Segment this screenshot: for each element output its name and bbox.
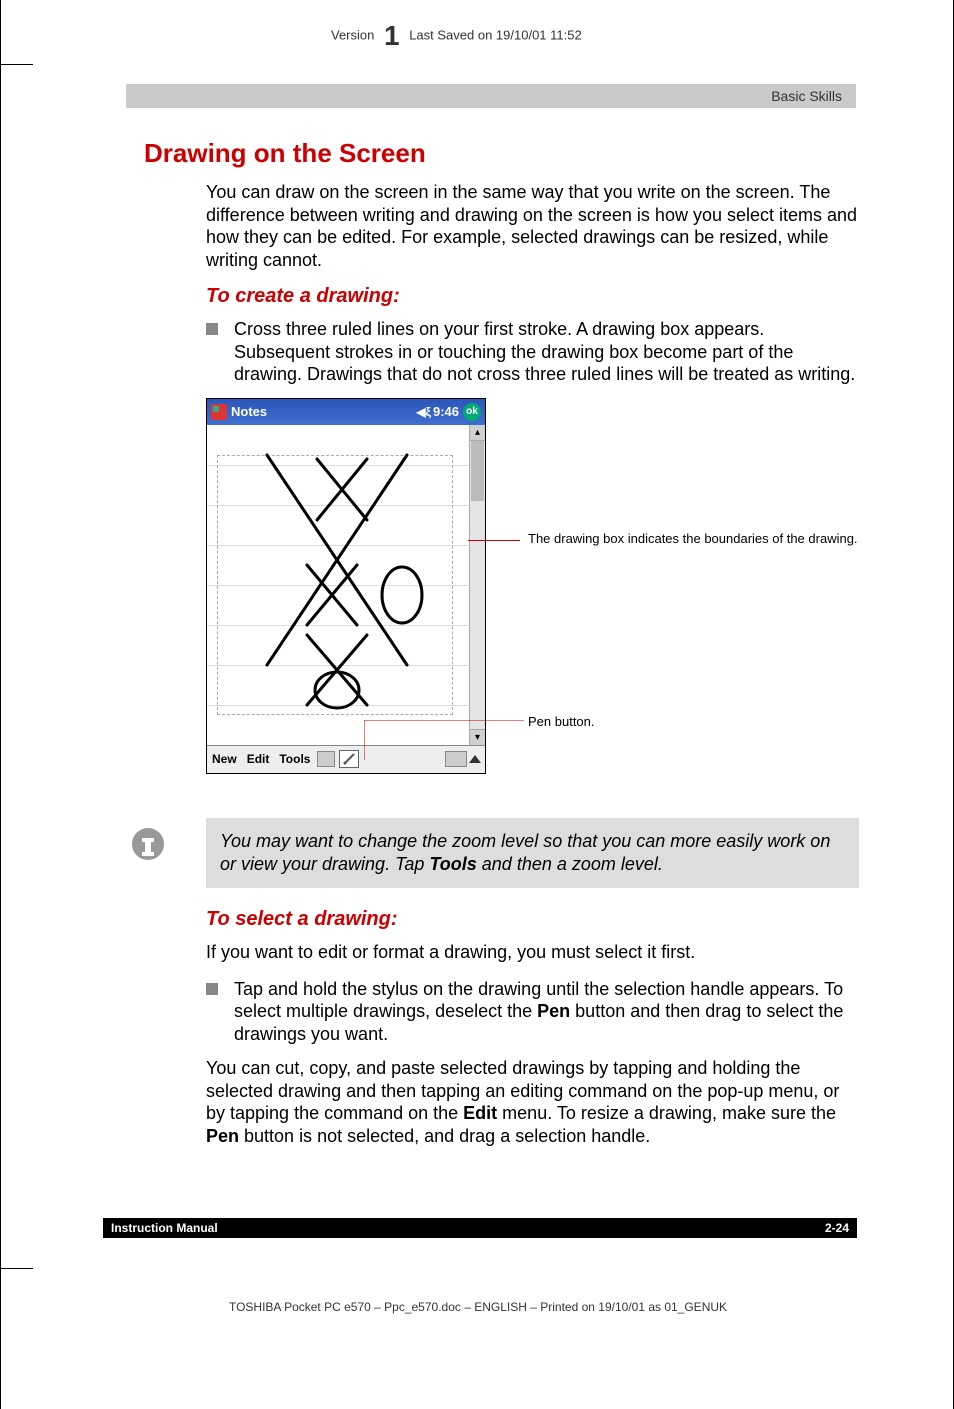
subheading-create: To create a drawing: <box>206 285 859 308</box>
square-bullet-icon <box>206 323 218 335</box>
pda-time: 9:46 <box>433 404 459 419</box>
version-number: 1 <box>378 20 406 51</box>
menu-tools: Tools <box>274 752 315 766</box>
footer-left: Instruction Manual <box>111 1221 218 1235</box>
pen-button-icon <box>339 750 359 768</box>
callout-line <box>468 540 520 541</box>
tip-text: You may want to change the zoom level so… <box>220 830 845 877</box>
print-footer: TOSHIBA Pocket PC e570 – Ppc_e570.doc – … <box>1 1300 954 1314</box>
scrollbar: ▴ ▾ <box>469 425 485 745</box>
bullet-text: Cross three ruled lines on your first st… <box>234 318 859 386</box>
pda-titlebar: Notes ◀ξ 9:46 ok <box>207 399 485 425</box>
hand-drawn-strokes <box>207 425 467 745</box>
ok-button-icon: ok <box>463 403 481 421</box>
callout-pen-button: Pen button. <box>528 714 595 729</box>
figure-pda: Notes ◀ξ 9:46 ok <box>206 398 859 798</box>
saved-timestamp: Last Saved on 19/10/01 11:52 <box>409 27 582 42</box>
footer-bar: Instruction Manual 2-24 <box>103 1218 857 1238</box>
version-label: Version <box>331 27 374 42</box>
info-icon <box>128 822 168 867</box>
pda-canvas-area <box>207 425 469 745</box>
bullet-text: Tap and hold the stylus on the drawing u… <box>234 978 859 1046</box>
header-version: Version 1 Last Saved on 19/10/01 11:52 <box>331 20 582 52</box>
square-bullet-icon <box>206 983 218 995</box>
scroll-up-icon: ▴ <box>470 425 485 441</box>
bullet-item: Tap and hold the stylus on the drawing u… <box>206 978 859 1046</box>
callout-drawing-box: The drawing box indicates the boundaries… <box>528 531 858 547</box>
section-bar: Basic Skills <box>126 84 856 108</box>
select-intro: If you want to edit or format a drawing,… <box>206 941 859 964</box>
speaker-icon: ◀ξ <box>416 405 431 419</box>
page-title: Drawing on the Screen <box>144 138 859 169</box>
section-bar-text: Basic Skills <box>771 88 842 104</box>
edit-paragraph: You can cut, copy, and paste selected dr… <box>206 1057 859 1147</box>
tip-box: You may want to change the zoom level so… <box>206 818 859 889</box>
subheading-select: To select a drawing: <box>206 908 859 931</box>
menu-new: New <box>207 752 242 766</box>
pda-screenshot: Notes ◀ξ 9:46 ok <box>206 398 486 774</box>
cassette-icon <box>317 751 335 767</box>
bullet-item: Cross three ruled lines on your first st… <box>206 318 859 386</box>
start-flag-icon <box>211 404 227 420</box>
scroll-thumb <box>471 441 484 501</box>
menu-edit: Edit <box>242 752 275 766</box>
footer-page-number: 2-24 <box>825 1221 849 1235</box>
callout-line <box>364 720 534 766</box>
pda-app-title: Notes <box>231 404 267 419</box>
intro-paragraph: You can draw on the screen in the same w… <box>206 181 859 271</box>
